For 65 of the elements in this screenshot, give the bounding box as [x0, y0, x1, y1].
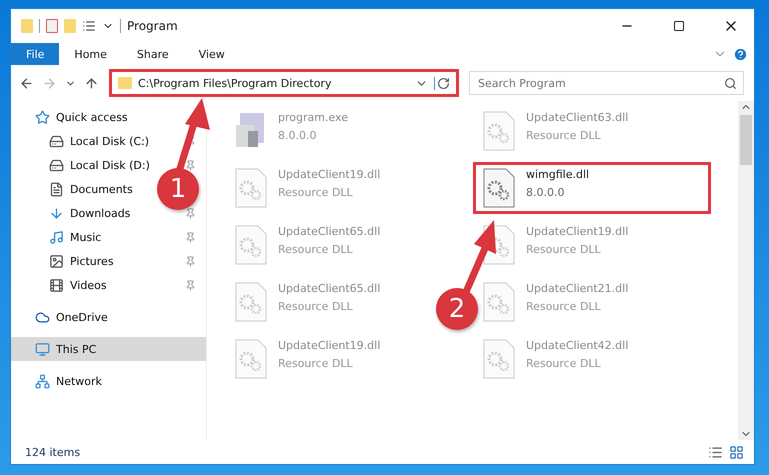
music-icon — [49, 230, 64, 244]
ribbon-tab[interactable]: Home — [59, 43, 122, 65]
file-detail: Resource DLL — [278, 243, 354, 256]
file-detail: Resource DLL — [278, 357, 354, 370]
file-detail: Resource DLL — [526, 129, 602, 142]
sidebar-item[interactable]: Documents — [11, 177, 137, 201]
item-count: 124 items — [25, 446, 80, 458]
pin-icon[interactable] — [185, 280, 196, 290]
view-icon[interactable] — [82, 19, 96, 33]
file-detail: Resource DLL — [278, 186, 354, 199]
gear-file-icon — [482, 282, 516, 322]
gear-file-icon — [234, 339, 268, 379]
documents-icon — [49, 182, 64, 196]
sidebar-item[interactable]: Local Disk (C:) — [11, 129, 206, 153]
gear-file-icon — [234, 168, 268, 208]
file-detail: Resource DLL — [278, 300, 354, 313]
file-detail: Resource DLL — [526, 300, 602, 313]
gear-file-icon — [234, 282, 268, 322]
help-icon[interactable] — [733, 46, 748, 62]
sidebar-item[interactable]: Quick access — [11, 105, 132, 129]
file-detail: Resource DLL — [526, 357, 602, 370]
network-icon — [35, 374, 50, 388]
file-detail: 8.0.0.0 — [278, 129, 318, 142]
sidebar-item[interactable]: Pictures — [11, 249, 206, 273]
ribbon-tab[interactable]: Share — [122, 43, 184, 65]
properties-icon[interactable] — [46, 19, 58, 33]
ribbon-tab[interactable]: File — [11, 43, 60, 65]
gear-file-icon — [234, 225, 268, 265]
large-icons-view-icon[interactable] — [729, 444, 744, 460]
file-detail: 8.0.0.0 — [526, 186, 566, 199]
sidebar-item[interactable]: Network — [11, 369, 106, 393]
address-path: C:\Program Files\Program Directory — [138, 76, 332, 90]
cloud-icon — [35, 310, 50, 324]
scroll-thumb[interactable] — [740, 115, 752, 165]
pin-icon[interactable] — [185, 208, 196, 218]
details-view-icon[interactable] — [708, 444, 723, 460]
pc-icon — [35, 342, 50, 356]
folder-icon — [118, 77, 132, 89]
pin-icon[interactable] — [185, 232, 196, 242]
search-field[interactable]: Search Program — [469, 71, 744, 95]
star-icon — [35, 110, 50, 124]
sidebar-item[interactable]: OneDrive — [11, 305, 112, 329]
videos-icon — [49, 278, 64, 292]
gear-file-icon — [482, 111, 516, 151]
address-bar[interactable]: C:\Program Files\Program Directory — [109, 69, 459, 97]
gear-file-icon — [482, 339, 516, 379]
drive-c-icon — [49, 134, 64, 148]
sidebar-item[interactable]: Videos — [11, 273, 206, 297]
file-detail: Resource DLL — [526, 243, 602, 256]
sidebar-item[interactable]: This PC — [11, 337, 206, 361]
pin-icon[interactable] — [185, 160, 196, 170]
search-icon — [724, 77, 737, 90]
gear-file-icon — [482, 168, 516, 208]
scrollbar[interactable] — [738, 101, 754, 440]
drive-icon — [49, 158, 64, 172]
pictures-icon — [49, 254, 64, 268]
maximize-icon[interactable] — [673, 20, 685, 32]
ribbon-tab[interactable]: View — [184, 43, 240, 65]
pin-icon[interactable] — [185, 256, 196, 266]
refresh-button[interactable] — [434, 76, 452, 90]
sidebar-item[interactable]: Music — [11, 225, 206, 249]
downloads-icon — [49, 206, 64, 220]
window-title: Program — [127, 19, 179, 33]
file-name[interactable]: wimgfile.dll — [526, 168, 590, 181]
refresh-icon[interactable] — [437, 76, 450, 90]
